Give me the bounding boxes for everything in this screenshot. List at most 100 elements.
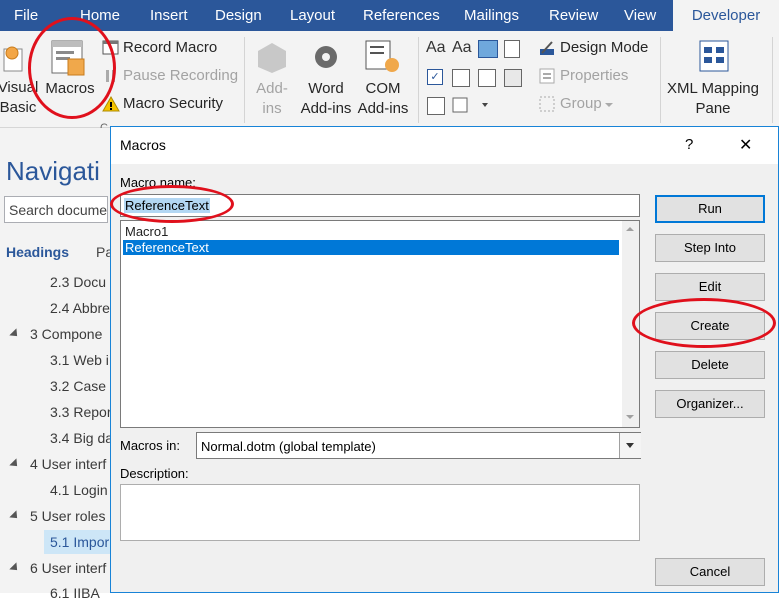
navigation-title: Navigati [6,156,100,186]
pause-recording-button[interactable]: Pause Recording [123,67,238,84]
macro-name-label: Macro name: [120,175,196,190]
nav-heading-item[interactable]: 3.4 Big da [50,430,113,446]
macro-list[interactable]: Macro1 ReferenceText [120,220,640,428]
nav-search-input[interactable]: Search docume [4,196,108,223]
tab-review[interactable]: Review [549,0,598,31]
create-button[interactable]: Create [655,312,765,340]
nav-heading-item[interactable]: 3.2 Case r [50,378,115,394]
word-addins-label-1: Word [308,80,344,97]
gear-icon [308,39,344,75]
word-addins-label-2: Add-ins [300,100,352,117]
macros-dialog: Macros ? ✕ Macro name: ReferenceText Mac… [110,126,779,593]
close-icon[interactable]: ✕ [739,135,752,155]
dialog-title: Macros [120,137,166,153]
tab-layout[interactable]: Layout [290,0,335,31]
nav-heading-item[interactable]: 3 Compone [30,326,102,342]
run-button[interactable]: Run [655,195,765,223]
ribbon-developer-panel: Visual Basic Macros Record Macro Pause R… [0,31,779,134]
legacy-tools-icon[interactable] [452,97,488,113]
tab-developer[interactable]: Developer [673,0,779,31]
ribbon-separator [244,37,245,123]
pause-recording-icon [102,67,120,85]
nav-heading-item[interactable]: 2.4 Abbre [50,300,110,316]
repeating-section-icon[interactable] [427,97,445,115]
scroll-down-icon[interactable] [626,415,634,419]
properties-button[interactable]: Properties [560,67,628,84]
nav-tab-headings[interactable]: Headings [6,244,69,260]
warning-icon [102,95,120,113]
rich-text-control-icon[interactable]: Aa [426,39,446,57]
nav-heading-item[interactable]: 2.3 Docu [50,274,106,290]
delete-button[interactable]: Delete [655,351,765,379]
ribbon-separator [772,37,773,123]
building-block-icon[interactable] [504,40,520,58]
properties-icon [538,67,556,85]
tab-references[interactable]: References [363,0,440,31]
nav-heading-item[interactable]: 6.1 IIBA [50,585,100,601]
combo-box-icon[interactable] [452,69,470,87]
tab-mailings[interactable]: Mailings [464,0,519,31]
nav-heading-item[interactable]: 4.1 Login [50,482,108,498]
dialog-title-bar: Macros ? ✕ [111,127,778,164]
tab-insert[interactable]: Insert [150,0,188,31]
content-controls-group: Aa Aa ✓ [424,39,524,119]
tab-design[interactable]: Design [215,0,262,31]
design-mode-icon [538,39,556,57]
step-into-button[interactable]: Step Into [655,234,765,262]
group-button[interactable]: Group [560,95,602,112]
xml-mapping-label-1: XML Mapping [667,80,759,97]
addins-label-2: ins [262,100,282,117]
macro-security-button[interactable]: Macro Security [123,95,223,112]
date-picker-icon[interactable] [504,69,522,87]
record-macro-icon [102,39,120,57]
edit-button[interactable]: Edit [655,273,765,301]
xml-mapping-label-2: Pane [695,100,731,117]
record-macro-button[interactable]: Record Macro [123,39,217,56]
nav-heading-item[interactable]: 6 User interf [30,560,106,576]
addins-label-1: Add- [256,80,288,97]
select-dropdown-button[interactable] [619,433,641,458]
description-field [120,484,640,541]
macro-name-value: ReferenceText [124,198,210,213]
xml-mapping-pane-button[interactable]: XML Mapping Pane [664,79,762,119]
description-label: Description: [120,466,189,481]
picture-control-icon[interactable] [478,40,498,58]
com-addins-button[interactable]: COM Add-ins [354,79,412,119]
plain-text-control-icon[interactable]: Aa [452,39,472,57]
group-icon [538,95,556,113]
addins-button[interactable]: Add- ins [250,79,294,119]
checkbox-control-icon[interactable]: ✓ [427,69,443,85]
list-item[interactable]: Macro1 [123,224,619,239]
macros-in-label: Macros in: [120,438,180,453]
organizer-button[interactable]: Organizer... [655,390,765,418]
nav-heading-item[interactable]: 3.1 Web i [50,352,109,368]
list-item-selected[interactable]: ReferenceText [123,240,619,255]
visual-basic-button[interactable]: Visual Basic [0,78,40,118]
tab-home[interactable]: Home [80,0,120,31]
addins-icon [254,39,290,75]
design-mode-button[interactable]: Design Mode [560,39,648,56]
nav-heading-item-selected[interactable]: 5.1 Impor [50,534,109,550]
com-addins-label-2: Add-ins [357,100,409,117]
macros-in-select[interactable]: Normal.dotm (global template) [196,432,641,459]
ribbon-tab-bar: File Home Insert Design Layout Reference… [0,0,779,31]
ribbon-separator [418,37,419,123]
com-addins-icon [364,39,402,75]
xml-mapping-icon [696,39,732,75]
dropdown-list-icon[interactable] [478,69,496,87]
help-button[interactable]: ? [685,136,693,153]
macros-button[interactable]: Macros [42,79,98,99]
com-addins-label-1: COM [365,80,401,97]
tab-file[interactable]: File [14,0,38,31]
nav-heading-item[interactable]: 5 User roles [30,508,105,524]
macro-name-input[interactable]: ReferenceText [120,194,640,217]
cancel-button[interactable]: Cancel [655,558,765,586]
nav-heading-item[interactable]: 3.3 Repor [50,404,111,420]
word-addins-button[interactable]: Word Add-ins [298,79,354,119]
scroll-up-icon[interactable] [626,227,634,231]
ribbon-separator [660,37,661,123]
visual-basic-label-1: Visual [0,79,39,96]
nav-heading-item[interactable]: 4 User interf [30,456,106,472]
list-scrollbar[interactable] [622,221,639,427]
tab-view[interactable]: View [624,0,656,31]
